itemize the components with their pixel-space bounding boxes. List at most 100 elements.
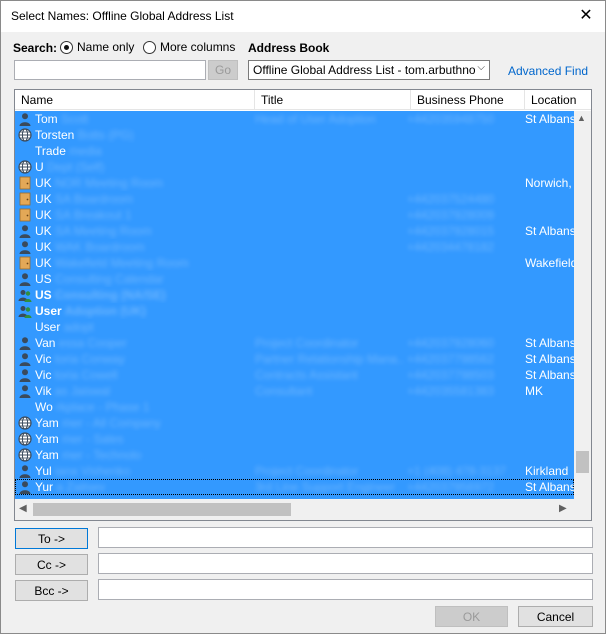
radio-more-columns[interactable]: More columns (143, 40, 235, 54)
address-book-value: Offline Global Address List - tom.arbuth… (253, 63, 475, 77)
vertical-scroll-thumb[interactable] (576, 451, 589, 473)
table-row[interactable]: Van essa Cooper Project Coordinator +44203… (15, 335, 574, 351)
cell-name-visible: Vic (35, 352, 52, 366)
cell-name-redacted: a Zaitsev (56, 480, 106, 494)
table-row[interactable]: User Adoption (UK) (15, 303, 574, 319)
chevron-down-icon: ⌵ (477, 62, 485, 73)
to-button[interactable]: To -> (15, 528, 88, 549)
globe-icon (18, 416, 32, 430)
ok-button[interactable]: OK (435, 606, 508, 627)
window-title: Select Names: Offline Global Address Lis… (11, 9, 234, 23)
table-row[interactable]: Yur a Zaitsev 3rd Line Support Engineer +4… (15, 479, 574, 495)
to-field[interactable] (98, 527, 593, 548)
table-row[interactable]: Tom Scott Head of User Adoption +442035948… (15, 111, 574, 127)
cell-location: St Albans (525, 112, 574, 126)
advanced-find-link[interactable]: Advanced Find (508, 64, 588, 78)
go-button[interactable]: Go (208, 60, 238, 80)
group-icon (18, 304, 32, 318)
list-body: Tom Scott Head of User Adoption +442035948… (15, 111, 574, 499)
radio-name-only[interactable]: Name only (60, 40, 134, 54)
cell-name-redacted: WAK Boardroom (55, 240, 145, 254)
column-header-title[interactable]: Title (255, 90, 411, 110)
globe-icon (18, 128, 32, 142)
bcc-field[interactable] (98, 579, 593, 600)
table-row[interactable]: UK SA Breakout 1 +442037928009 (15, 207, 574, 223)
table-row[interactable]: Vic toria Cowell Contracts Assistant +4420… (15, 367, 574, 383)
cell-name: U Dept (Self) (35, 159, 255, 175)
scroll-corner (574, 499, 591, 520)
table-row[interactable]: Vik as Jaiswal Consultant +442035581383 MK (15, 383, 574, 399)
cell-name-redacted: toria Cowell (54, 368, 118, 382)
cancel-button[interactable]: Cancel (518, 606, 593, 627)
cell-location: Norwich, (525, 176, 572, 190)
column-header-business-phone[interactable]: Business Phone (411, 90, 525, 110)
scroll-right-icon[interactable]: ▶ (559, 503, 567, 514)
cell-location: St Albans (525, 352, 574, 366)
cell-location: St Albans (525, 368, 574, 382)
table-row[interactable]: Vic toria Conway Partner Relationship Man… (15, 351, 574, 367)
cell-name-visible: Trade (35, 144, 66, 158)
title-bar: Select Names: Offline Global Address Lis… (1, 1, 605, 32)
cell-name-redacted: Dept (Self) (47, 160, 105, 174)
cell-name: Yam mer - All Company (35, 415, 255, 431)
cell-business-phone: +442037798562 (407, 352, 495, 366)
cell-name-redacted: Consulting Calendar (55, 272, 164, 286)
table-row[interactable]: Yam mer - All Company (15, 415, 574, 431)
table-row[interactable]: User adopt (15, 319, 574, 335)
cell-name: US Consulting Calendar (35, 271, 255, 287)
table-row[interactable]: UK NOR Meeting Room Norwich, (15, 175, 574, 191)
cell-name-visible: US (35, 288, 52, 302)
table-row[interactable]: Yam mer - Technolo (15, 447, 574, 463)
scroll-up-icon[interactable]: ▲ (577, 113, 586, 123)
cell-name-redacted: toria Conway (54, 352, 125, 366)
column-header-location[interactable]: Location (525, 90, 591, 110)
table-row[interactable]: US Consulting Calendar (15, 271, 574, 287)
address-list[interactable]: Name Title Business Phone Location Tom S… (14, 89, 592, 521)
cell-name: Wo rkplace - Phase 1 (35, 399, 255, 415)
person-icon (18, 272, 32, 286)
cell-name: Vik as Jaiswal (35, 383, 255, 399)
cell-name-visible: UK (35, 224, 52, 238)
cell-location: St Albans (525, 480, 574, 494)
table-row[interactable]: UK SA Meeting Room +442037928015 St Albans (15, 223, 574, 239)
cell-name: Tom Scott (35, 111, 255, 127)
cell-title: Contracts Assistant (255, 368, 358, 382)
table-row[interactable]: Yul iana Vishenko Project Coordinator +1 (… (15, 463, 574, 479)
close-icon[interactable]: ✕ (575, 5, 597, 27)
table-row[interactable]: UK WAK Boardroom +442034478182 (15, 239, 574, 255)
horizontal-scroll-thumb[interactable] (33, 503, 291, 516)
table-row[interactable]: UK SA Boardroom +442037524480 (15, 191, 574, 207)
cell-name-redacted: rkplace - Phase 1 (56, 400, 150, 414)
cell-business-phone: +1 (408) 478-3137 (407, 464, 507, 478)
bcc-button[interactable]: Bcc -> (15, 580, 88, 601)
scroll-left-icon[interactable]: ◀ (19, 503, 27, 514)
vertical-scrollbar[interactable]: ▲ (574, 111, 591, 499)
cell-name-visible: User (35, 320, 61, 334)
room-icon (18, 192, 32, 206)
cell-location: St Albans (525, 336, 574, 350)
cell-name-visible: UK (35, 208, 52, 222)
cell-location: St Albans (525, 224, 574, 238)
blank-icon (18, 320, 32, 334)
cc-button[interactable]: Cc -> (15, 554, 88, 575)
cell-name-visible: U (35, 160, 44, 174)
cell-name-redacted: NOR Meeting Room (55, 176, 164, 190)
table-row[interactable]: UK Wakefield Meeting Room Wakefield (15, 255, 574, 271)
address-book-select[interactable]: Offline Global Address List - tom.arbuth… (248, 60, 490, 80)
cc-field[interactable] (98, 553, 593, 574)
table-row[interactable]: Yam mer - Sales (15, 431, 574, 447)
cell-name-redacted: as Jaiswal (54, 384, 111, 398)
column-header-name[interactable]: Name (15, 90, 255, 110)
table-row[interactable]: Trade media (15, 143, 574, 159)
table-row[interactable]: Torsten Botts (PG) (15, 127, 574, 143)
horizontal-scrollbar[interactable]: ◀ ▶ (15, 499, 574, 520)
room-icon (18, 256, 32, 270)
cell-name-visible: Yul (35, 464, 52, 478)
table-row[interactable]: US Consulting (NA/SE) (15, 287, 574, 303)
table-row[interactable]: Wo rkplace - Phase 1 (15, 399, 574, 415)
cell-name: Yul iana Vishenko (35, 463, 255, 479)
table-row[interactable]: U Dept (Self) (15, 159, 574, 175)
cell-name-visible: Yam (35, 448, 59, 462)
search-input[interactable] (14, 60, 206, 80)
cell-name-visible: Yam (35, 416, 59, 430)
